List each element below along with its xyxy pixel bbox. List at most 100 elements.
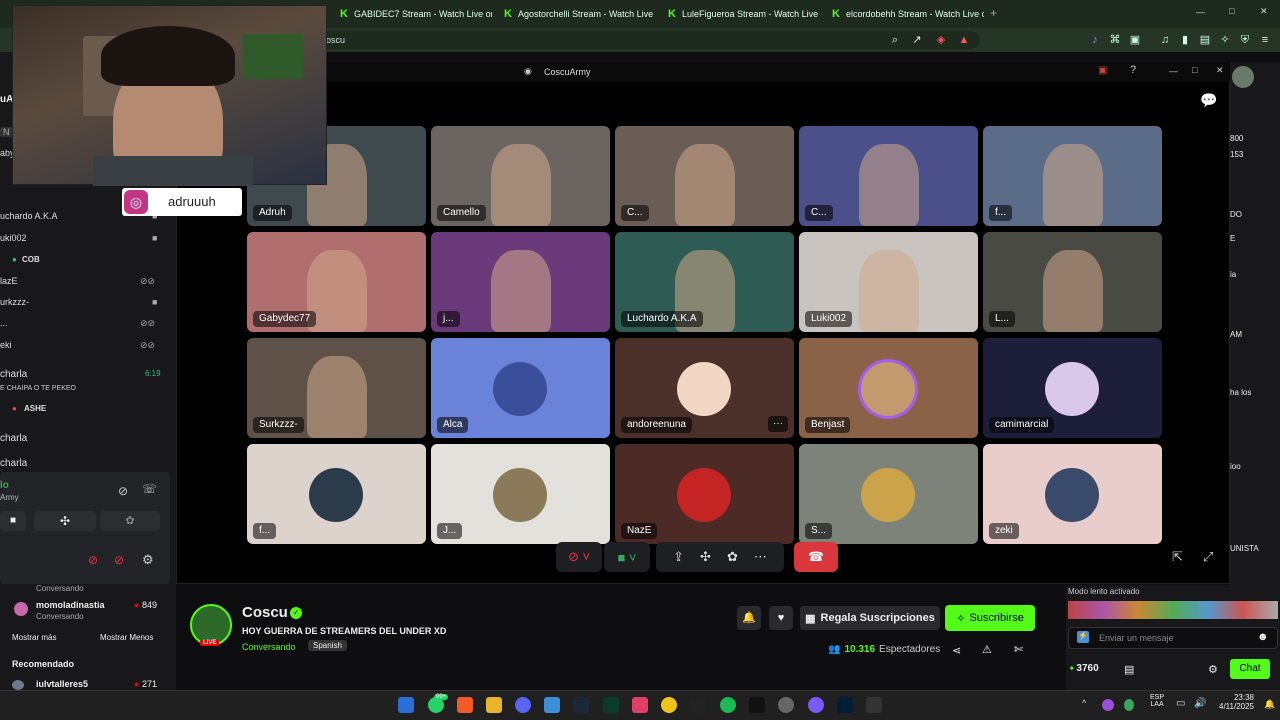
camera-toggle-button[interactable]: ■ bbox=[0, 511, 26, 531]
notification-bell-icon[interactable]: 🔔 bbox=[737, 606, 761, 630]
menu-icon[interactable]: ≡ bbox=[1258, 33, 1272, 47]
tile-more-button[interactable]: ··· bbox=[768, 416, 788, 432]
browser-tab[interactable]: K LuleFigueroa Stream - Watch Live on bbox=[660, 3, 820, 25]
discord-maximize[interactable]: □ bbox=[1192, 65, 1197, 75]
participant-tile[interactable]: Benjast bbox=[799, 338, 978, 438]
screenshot-icon[interactable]: ▣ bbox=[1128, 33, 1142, 47]
soundboard-icon[interactable]: ✿ bbox=[727, 549, 738, 565]
voice-member[interactable]: ● COB bbox=[0, 255, 170, 273]
avatar[interactable] bbox=[1232, 66, 1254, 88]
gamepad-icon[interactable]: ⌘ bbox=[1108, 33, 1122, 47]
fullscreen-icon[interactable]: ⤢ bbox=[1203, 549, 1213, 565]
mute-toggle-button[interactable]: ⊘ ˅ bbox=[556, 542, 602, 572]
media-icon[interactable]: ♫ bbox=[1158, 33, 1172, 47]
participant-tile[interactable]: Camello bbox=[431, 126, 610, 226]
voice-member[interactable]: urkzzz- ■ bbox=[0, 297, 170, 315]
steam-icon[interactable] bbox=[573, 697, 589, 713]
network-icon[interactable]: ▭ bbox=[1176, 698, 1185, 709]
address-bar[interactable]: oscu bbox=[320, 31, 980, 49]
follow-heart-icon[interactable]: ♥ bbox=[769, 606, 793, 630]
volume-icon[interactable]: 🔊 bbox=[1194, 698, 1206, 709]
stream-category[interactable]: Conversando bbox=[242, 642, 296, 652]
participant-tile[interactable]: zeki bbox=[983, 444, 1162, 544]
leave-call-button[interactable]: ☎ bbox=[794, 542, 838, 572]
popout-icon[interactable]: ▣ bbox=[1098, 65, 1107, 76]
mute-mic-icon[interactable]: ⊘ bbox=[88, 553, 98, 567]
discord-minimize[interactable]: — bbox=[1169, 66, 1178, 76]
chat-bubble-icon[interactable]: 💬 bbox=[1200, 92, 1217, 109]
emote-strip[interactable] bbox=[1068, 601, 1278, 619]
soundboard-button[interactable]: ✿ bbox=[100, 511, 160, 531]
chat-input[interactable]: ⚡ Enviar un mensaje ☻ bbox=[1068, 627, 1278, 649]
voice-member[interactable]: eki ⊘⊘ bbox=[0, 340, 170, 358]
leo-icon[interactable]: ✧ bbox=[1218, 33, 1232, 47]
photos-icon[interactable] bbox=[544, 697, 560, 713]
show-less-link[interactable]: Mostrar Menos bbox=[100, 633, 153, 642]
participant-tile[interactable]: Gabydec77 bbox=[247, 232, 426, 332]
participant-tile[interactable]: andoreenuna ··· bbox=[615, 338, 794, 438]
share-icon[interactable]: ↗ bbox=[910, 33, 924, 47]
vpn-icon[interactable]: ⛨ bbox=[1238, 33, 1252, 47]
discord-close[interactable]: ✕ bbox=[1216, 65, 1224, 76]
language-tag[interactable]: Spanish bbox=[308, 640, 347, 651]
tray-chevron-icon[interactable]: ^ bbox=[1082, 698, 1086, 708]
tiktok-live-icon[interactable] bbox=[632, 697, 648, 713]
minimize-button[interactable]: — bbox=[1196, 7, 1205, 17]
capcut-icon[interactable] bbox=[690, 697, 706, 713]
chat-settings-icon[interactable]: ⚙ bbox=[1208, 663, 1218, 676]
voice-member[interactable]: uki002 ■ bbox=[0, 233, 170, 251]
brave-icon[interactable] bbox=[457, 697, 473, 713]
screenshare-icon[interactable]: ⇪ bbox=[673, 549, 684, 565]
photoshop-icon[interactable] bbox=[837, 697, 853, 713]
maximize-button[interactable]: □ bbox=[1229, 6, 1234, 16]
show-more-link[interactable]: Mostrar más bbox=[12, 633, 56, 642]
chat-send-button[interactable]: Chat bbox=[1230, 659, 1270, 679]
gift-subs-button[interactable]: ▦ Regala Suscripciones bbox=[800, 606, 940, 630]
more-icon[interactable]: ⋯ bbox=[754, 549, 767, 565]
app-icon[interactable] bbox=[808, 697, 824, 713]
obs-icon[interactable] bbox=[778, 697, 794, 713]
new-tab-button[interactable]: + bbox=[990, 6, 997, 20]
popout-icon[interactable]: ⇱ bbox=[1172, 549, 1183, 565]
camera-toggle-button[interactable]: ■ ˅ bbox=[604, 542, 650, 572]
help-icon[interactable]: ? bbox=[1130, 64, 1136, 76]
participant-tile[interactable]: L... bbox=[983, 232, 1162, 332]
mic-tray-icon[interactable] bbox=[1124, 699, 1134, 711]
participant-tile[interactable]: f... bbox=[247, 444, 426, 544]
participant-tile[interactable]: Surkzzz- bbox=[247, 338, 426, 438]
participant-tile[interactable]: C... bbox=[799, 126, 978, 226]
activities-button[interactable]: ✣ bbox=[34, 511, 96, 531]
participant-tile[interactable]: Luki002 bbox=[799, 232, 978, 332]
app-icon[interactable] bbox=[661, 697, 677, 713]
extension-icon[interactable]: ♪ bbox=[1088, 33, 1102, 47]
share-icon[interactable]: ⋖ bbox=[952, 644, 961, 657]
participant-tile[interactable]: j... bbox=[431, 232, 610, 332]
spotify-icon[interactable] bbox=[720, 697, 736, 713]
tiktok-icon[interactable] bbox=[749, 697, 765, 713]
text-channel[interactable]: charla bbox=[0, 433, 170, 451]
file-explorer-icon[interactable] bbox=[486, 697, 502, 713]
browser-tab[interactable]: K Agostorchelli Stream - Watch Live on bbox=[496, 3, 656, 25]
participant-tile[interactable]: C... bbox=[615, 126, 794, 226]
channel-name[interactable]: Coscu bbox=[242, 604, 288, 621]
followed-channel[interactable]: momoladinastia Conversando ● 849 bbox=[12, 598, 172, 624]
language-indicator[interactable]: ESP LAA bbox=[1150, 694, 1164, 708]
participant-tile[interactable]: camimarcial bbox=[983, 338, 1162, 438]
voice-member[interactable]: ... ⊘⊘ bbox=[0, 318, 170, 336]
wallet-icon[interactable]: ▤ bbox=[1198, 33, 1212, 47]
participant-tile[interactable]: J... bbox=[431, 444, 610, 544]
emoji-icon[interactable]: ☻ bbox=[1257, 631, 1269, 643]
rewards-icon[interactable]: ▲ bbox=[957, 33, 971, 47]
store-icon[interactable]: ▤ bbox=[1124, 663, 1134, 676]
participant-tile[interactable]: S... bbox=[799, 444, 978, 544]
tray-app-icon[interactable] bbox=[1102, 699, 1114, 711]
noise-icon[interactable]: ⊘ bbox=[118, 484, 128, 498]
voice-member[interactable]: lazE ⊘⊘ bbox=[0, 276, 170, 294]
close-window-button[interactable]: ✕ bbox=[1260, 6, 1268, 17]
participant-tile[interactable]: f... bbox=[983, 126, 1162, 226]
notifications-icon[interactable]: 🔔 bbox=[1264, 699, 1275, 710]
participant-tile[interactable]: NazE bbox=[615, 444, 794, 544]
browser-tab[interactable]: Kelcordobehh Stream - Watch Live on bbox=[824, 3, 984, 25]
disconnect-icon[interactable]: ☏ bbox=[142, 482, 157, 496]
browser-tab[interactable]: K GABIDEC7 Stream - Watch Live on Ki bbox=[332, 3, 492, 25]
